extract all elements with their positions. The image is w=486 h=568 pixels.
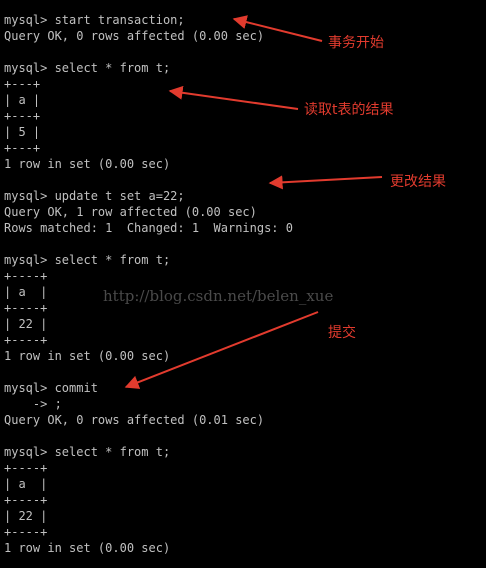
terminal-line: mysql> commit	[4, 381, 98, 395]
annotation-commit: 提交	[328, 325, 356, 341]
terminal-line: mysql> update t set a=22;	[4, 189, 185, 203]
terminal-line: Rows matched: 1 Changed: 1 Warnings: 0	[4, 221, 293, 235]
terminal-line: | 22 |	[4, 509, 48, 523]
terminal-line: mysql> select * from t;	[4, 445, 171, 459]
annotation-change-result: 更改结果	[390, 174, 446, 190]
terminal-line: mysql> select * from t;	[4, 253, 171, 267]
terminal-line: +----+	[4, 525, 48, 539]
terminal-line: +---+	[4, 141, 41, 155]
terminal-line: Query OK, 0 rows affected (0.01 sec)	[4, 413, 265, 427]
terminal-line: -> ;	[4, 397, 62, 411]
terminal-line: +----+	[4, 461, 48, 475]
annotation-transaction-start: 事务开始	[328, 35, 384, 51]
annotation-read-result: 读取t表的结果	[304, 102, 394, 118]
terminal-line: | a |	[4, 93, 41, 107]
terminal-line: | a |	[4, 477, 48, 491]
terminal-line: | 22 |	[4, 317, 48, 331]
terminal-line: +----+	[4, 493, 48, 507]
terminal-line: 1 row in set (0.00 sec)	[4, 157, 171, 171]
terminal-line: mysql> start transaction;	[4, 13, 185, 27]
terminal-line: 1 row in set (0.00 sec)	[4, 349, 171, 363]
terminal-line: Query OK, 0 rows affected (0.00 sec)	[4, 29, 265, 43]
terminal-line: Query OK, 1 row affected (0.00 sec)	[4, 205, 257, 219]
terminal-line: mysql> select * from t;	[4, 61, 171, 75]
terminal-line: +----+	[4, 333, 48, 347]
arrow-change	[268, 175, 383, 190]
terminal-line: 1 row in set (0.00 sec)	[4, 541, 171, 555]
terminal-line: | a |	[4, 285, 48, 299]
terminal-line: +---+	[4, 109, 41, 123]
terminal-line: +----+	[4, 301, 48, 315]
terminal-window[interactable]: mysql> start transaction; Query OK, 0 ro…	[0, 0, 486, 568]
blog-watermark: http://blog.csdn.net/belen_xue	[103, 287, 334, 305]
terminal-line: +----+	[4, 269, 48, 283]
annotation-arrows	[124, 15, 383, 389]
terminal-line: +---+	[4, 77, 41, 91]
terminal-line: | 5 |	[4, 125, 41, 139]
arrow-read	[168, 85, 299, 110]
